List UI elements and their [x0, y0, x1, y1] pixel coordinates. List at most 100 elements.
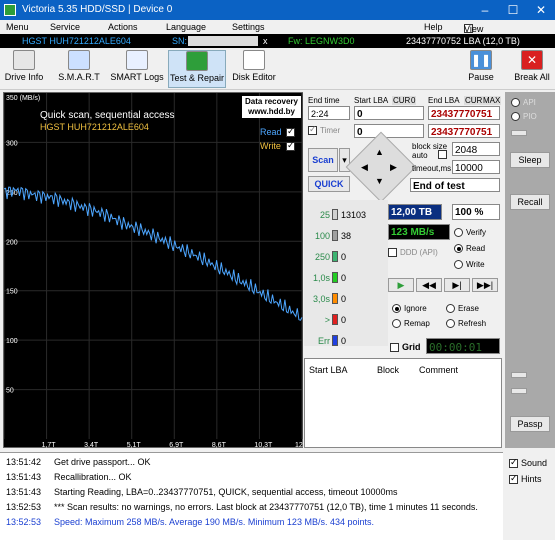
erase-radio[interactable] [446, 304, 455, 314]
back-button[interactable]: ◀◀ [416, 278, 442, 292]
stop-icon: ✕ [521, 50, 543, 70]
start-cur-button[interactable]: CUR [392, 96, 412, 105]
write-radio[interactable] [454, 260, 463, 270]
timer-toggle[interactable]: Timer [308, 124, 340, 136]
api-option[interactable]: API [511, 98, 536, 108]
slot-button-1[interactable] [511, 130, 527, 136]
menu-item-language[interactable]: Language [166, 22, 206, 32]
passp-button[interactable]: Passp [510, 416, 550, 432]
hints-toggle[interactable]: Hints [509, 473, 542, 485]
disk-editor-button[interactable]: Disk Editor [232, 50, 276, 88]
timer-input[interactable]: 0 [354, 124, 424, 138]
timeout-select[interactable]: 10000 [452, 160, 500, 174]
smart-button[interactable]: S.M.A.R.T [56, 50, 102, 88]
arrow-up-icon[interactable]: ▲ [375, 147, 384, 157]
speed-graph: 3002502001501005001,7T3,4T5,1T6,9T8,6T10… [3, 92, 303, 449]
end-lba-input[interactable]: 23437770751 [428, 106, 500, 120]
maximize-button[interactable]: ☐ [499, 0, 527, 20]
end-max-button[interactable]: MAX [482, 96, 502, 105]
ddd-api-toggle[interactable]: DDD (API) [388, 248, 438, 258]
pio-radio[interactable] [511, 112, 520, 122]
percent-value: 100 [455, 207, 472, 218]
menu-bar: Menu Service Actions Language Settings H… [0, 20, 555, 54]
hints-label: Hints [521, 474, 542, 484]
legend-read-checkbox[interactable] [286, 126, 295, 137]
log-time: 13:51:43 [6, 472, 42, 482]
end-time-input[interactable]: 2:24 [308, 106, 350, 120]
toolbar: Drive Info S.M.A.R.T SMART Logs Test & R… [0, 48, 555, 90]
start-lba-input[interactable]: 0 [354, 106, 424, 120]
test-repair-button[interactable]: Test & Repair [168, 50, 226, 88]
sound-toggle[interactable]: Sound [509, 457, 547, 469]
drive-info-button[interactable]: Drive Info [2, 50, 46, 88]
sleep-button[interactable]: Sleep [510, 152, 550, 168]
hints-checkbox[interactable] [509, 473, 518, 485]
verify-option[interactable]: Verify [454, 228, 486, 238]
slot-button-2[interactable] [511, 372, 527, 378]
menu-item-service[interactable]: Service [50, 22, 80, 32]
end-cur-button[interactable]: CUR [464, 96, 484, 105]
block-size-select[interactable]: 2048 [452, 142, 500, 156]
refresh-radio[interactable] [446, 319, 455, 329]
end-mode-select[interactable]: End of test [410, 178, 500, 192]
smart-logs-button[interactable]: SMART Logs [110, 50, 164, 88]
ddd-api-label: DDD (API) [400, 248, 438, 257]
sound-checkbox[interactable] [509, 457, 518, 469]
direction-pad[interactable] [345, 131, 417, 203]
menu-item-settings[interactable]: Settings [232, 22, 265, 32]
erase-option[interactable]: Erase [446, 304, 479, 314]
minimize-button[interactable]: – [471, 0, 499, 20]
menu-item-help[interactable]: Help [424, 22, 443, 32]
remap-radio[interactable] [392, 319, 401, 329]
count-label: 25 [319, 210, 330, 220]
ignore-radio[interactable] [392, 304, 401, 314]
smart-icon [68, 50, 90, 70]
read-radio[interactable] [454, 244, 463, 254]
timer-checkbox[interactable] [308, 124, 317, 136]
ignore-option[interactable]: Ignore [392, 304, 427, 314]
chart-title: Quick scan, sequential access [40, 110, 175, 121]
end-button[interactable]: ▶▶| [472, 278, 498, 292]
count-row: 3,0s 0 [306, 292, 386, 306]
firmware: Fw: LEGNW3D0 [288, 36, 355, 46]
start-zero-button[interactable]: 0 [410, 96, 417, 105]
read-option[interactable]: Read [454, 244, 485, 254]
arrow-left-icon[interactable]: ◀ [361, 162, 368, 173]
pause-button[interactable]: ❚❚ Pause [464, 50, 498, 88]
refresh-option[interactable]: Refresh [446, 319, 486, 329]
close-button[interactable]: ✕ [527, 0, 555, 20]
ddd-api-checkbox[interactable] [388, 248, 397, 258]
log-time: 13:52:53 [6, 502, 42, 512]
scan-button[interactable]: Scan [308, 148, 338, 172]
start-lba-label: Start LBA [354, 96, 389, 105]
drive-capacity: 23437770752 LBA (12,0 TB) [406, 36, 520, 46]
menu-item-actions[interactable]: Actions [108, 22, 138, 32]
options-panel: Sound Hints [505, 452, 555, 540]
break-all-button[interactable]: ✕ Break All [512, 50, 552, 88]
remap-option[interactable]: Remap [392, 319, 430, 329]
log-time: 13:52:53 [6, 517, 42, 527]
grid-checkbox[interactable] [390, 343, 399, 353]
quick-button[interactable]: QUICK [308, 176, 350, 192]
log-line: 13:51:43 Starting Reading, LBA=0..2343777… [6, 487, 397, 497]
grid-toggle[interactable]: Grid [390, 342, 421, 353]
slot-button-3[interactable] [511, 388, 527, 394]
menu-item-menu[interactable]: Menu [6, 22, 29, 32]
pio-option[interactable]: PIO [511, 112, 537, 122]
api-radio[interactable] [511, 98, 520, 108]
play-button[interactable]: ▶ [388, 278, 414, 292]
serial-close-icon[interactable]: x [263, 36, 268, 46]
recall-button[interactable]: Recall [510, 194, 550, 210]
timeout-label: timeout,ms [412, 164, 452, 173]
step-button[interactable]: ▶| [444, 278, 470, 292]
legend-write-checkbox[interactable] [286, 140, 295, 151]
write-option[interactable]: Write [454, 260, 485, 270]
auto-checkbox[interactable] [438, 150, 447, 159]
arrow-right-icon[interactable]: ▶ [390, 162, 397, 173]
col-comment: Comment [419, 365, 459, 375]
y-tick-label: 300 [6, 140, 18, 147]
arrow-down-icon[interactable]: ▼ [375, 176, 384, 186]
count-label: 1,0s [312, 273, 330, 283]
verify-radio[interactable] [454, 228, 463, 238]
title-bar: Victoria 5.35 HDD/SSD | Device 0 – ☐ ✕ [0, 0, 555, 20]
